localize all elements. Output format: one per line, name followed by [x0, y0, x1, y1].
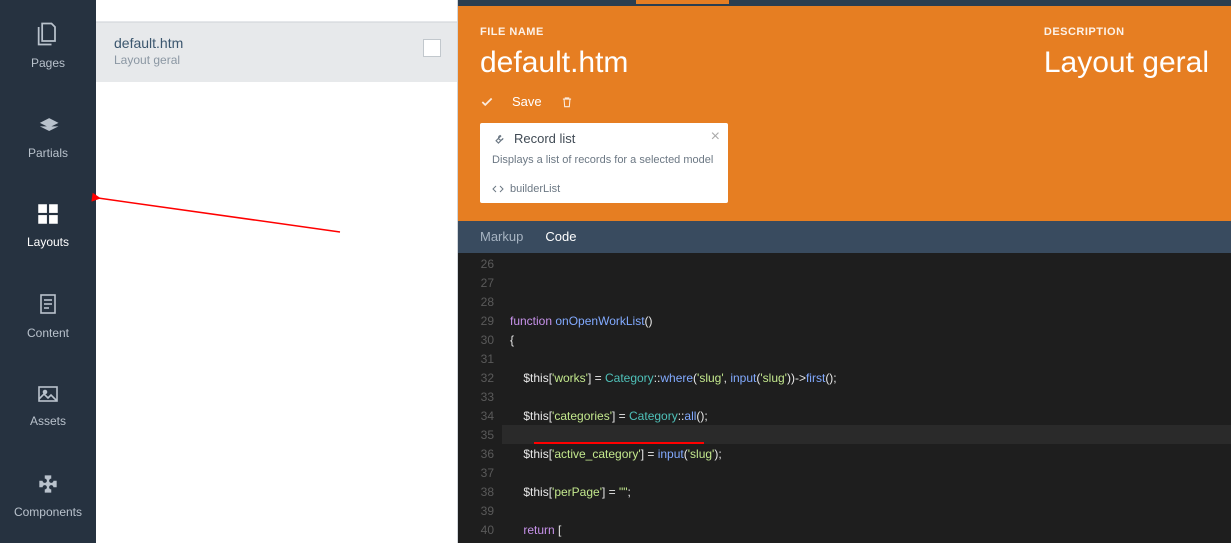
nav-label: Layouts: [27, 235, 69, 249]
tab-categories[interactable]: …rks by category×: [482, 0, 632, 4]
card-footer: builderList: [510, 183, 560, 195]
component-card[interactable]: × Record list Displays a list of records…: [480, 123, 728, 203]
tab-markup[interactable]: Markup: [480, 229, 523, 244]
nav-label: Assets: [30, 414, 66, 428]
close-icon[interactable]: ×: [711, 129, 720, 145]
file-list-item[interactable]: default.htm Layout geral: [96, 22, 457, 82]
nav-layouts[interactable]: Layouts: [0, 180, 96, 270]
code-editor[interactable]: 26272829 30313233 34353637 38394041 42 f…: [458, 253, 1231, 543]
nav-content[interactable]: Content: [0, 270, 96, 360]
card-title: Record list: [514, 131, 575, 146]
file-title: default.htm: [114, 35, 439, 51]
layouts-icon: [35, 201, 61, 227]
code-tabs: Markup Code: [458, 221, 1231, 253]
nav-label: Pages: [31, 56, 65, 70]
partials-icon: [34, 110, 62, 138]
file-list-panel: default.htm Layout geral: [96, 0, 458, 543]
close-icon[interactable]: ×: [821, 0, 828, 4]
check-icon: [480, 95, 494, 109]
description-value: Layout geral: [1044, 46, 1209, 80]
assets-icon: [34, 382, 62, 406]
save-button[interactable]: Save: [512, 94, 542, 109]
editor-tabs: …rks by category× default× work_list×: [458, 0, 1231, 6]
editor-main: …rks by category× default× work_list× FI…: [458, 0, 1231, 543]
wrench-icon: [492, 132, 506, 146]
tab-worklist[interactable]: work_list×: [738, 0, 842, 4]
gutter: 26272829 30313233 34353637 38394041 42: [458, 253, 502, 543]
file-subtitle: Layout geral: [114, 53, 439, 67]
tab-default[interactable]: default×: [636, 0, 729, 4]
tab-code[interactable]: Code: [545, 229, 576, 244]
nav-pages[interactable]: Pages: [0, 0, 96, 90]
annotation-underline: [534, 442, 704, 444]
filename-label: FILE NAME: [480, 26, 628, 38]
filename-value: default.htm: [480, 46, 628, 80]
nav-label: Components: [14, 505, 82, 519]
nav-label: Partials: [28, 146, 68, 160]
code-body[interactable]: function onOpenWorkList() { $this['works…: [502, 253, 1231, 543]
nav-partials[interactable]: Partials: [0, 90, 96, 180]
pages-icon: [34, 20, 62, 48]
close-icon[interactable]: ×: [708, 0, 715, 4]
trash-icon[interactable]: [560, 95, 574, 109]
description-label: DESCRIPTION: [1044, 26, 1209, 38]
card-desc: Displays a list of records for a selecte…: [492, 152, 716, 169]
close-icon[interactable]: ×: [611, 0, 618, 4]
sidebar: Pages Partials Layouts Content Assets Co…: [0, 0, 96, 543]
file-header: FILE NAME default.htm DESCRIPTION Layout…: [458, 6, 1231, 221]
nav-label: Content: [27, 326, 69, 340]
content-icon: [36, 290, 60, 318]
code-icon: [492, 183, 504, 195]
components-icon: [34, 471, 62, 497]
file-checkbox[interactable]: [423, 39, 441, 57]
nav-assets[interactable]: Assets: [0, 360, 96, 450]
nav-components[interactable]: Components: [0, 450, 96, 540]
